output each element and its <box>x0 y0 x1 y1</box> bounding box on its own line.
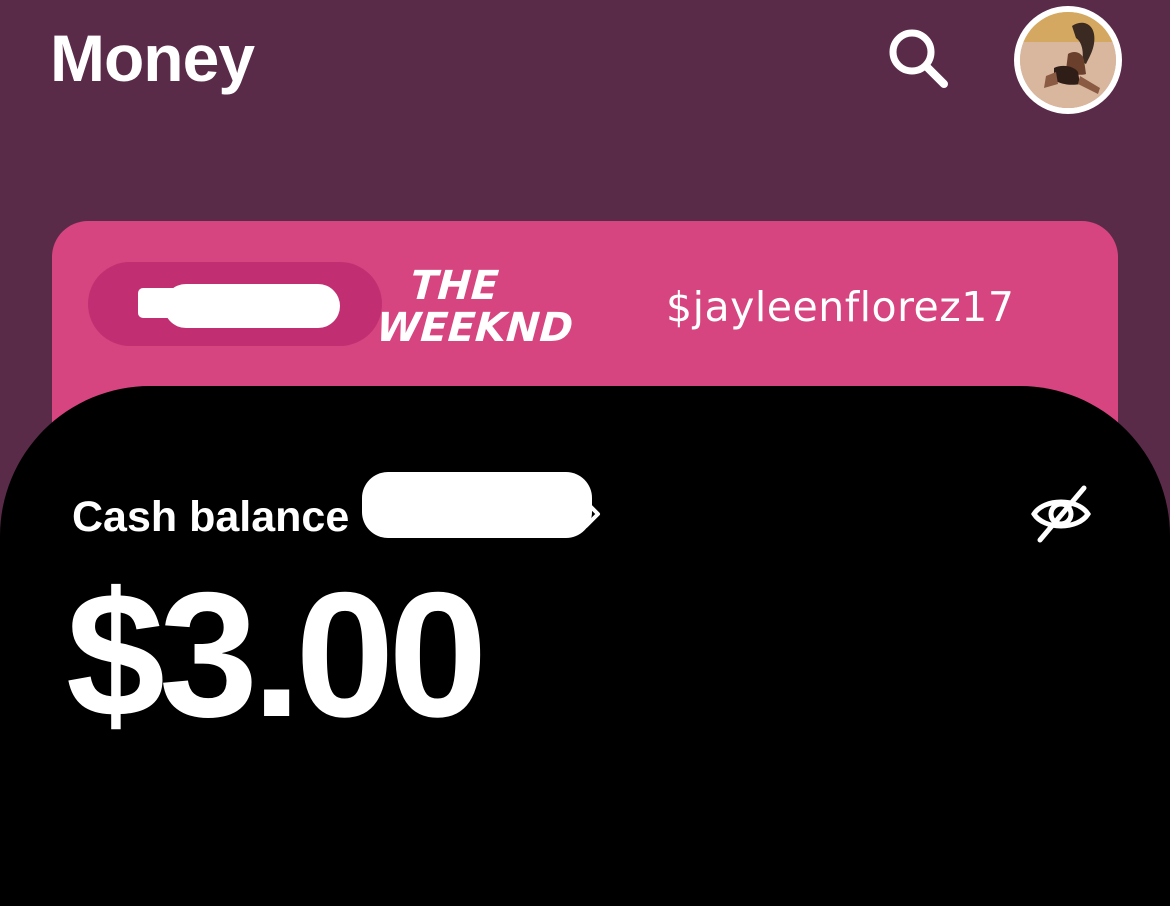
balance-amount: $3.00 <box>66 555 487 754</box>
page-title: Money <box>50 21 255 95</box>
top-bar: Money <box>0 0 1170 140</box>
avatar <box>1020 12 1116 108</box>
brand-logo: THE WEEKND <box>374 263 575 351</box>
search-icon <box>889 29 948 88</box>
cash-balance-label[interactable]: Cash balance <box>72 492 349 542</box>
redaction-mark <box>164 284 340 328</box>
brand-logo-line1: THE <box>408 263 501 309</box>
cashtag-label: $jayleenflorez17 <box>666 283 1015 331</box>
chevron-right-icon[interactable] <box>580 498 604 530</box>
eye-slash-icon[interactable] <box>1026 482 1096 546</box>
brand-logo-line2: WEEKND <box>374 305 575 351</box>
profile-avatar-button[interactable] <box>1014 6 1122 114</box>
redaction-mark <box>362 472 592 538</box>
search-button[interactable] <box>880 22 956 94</box>
profile-photo <box>1020 12 1116 108</box>
